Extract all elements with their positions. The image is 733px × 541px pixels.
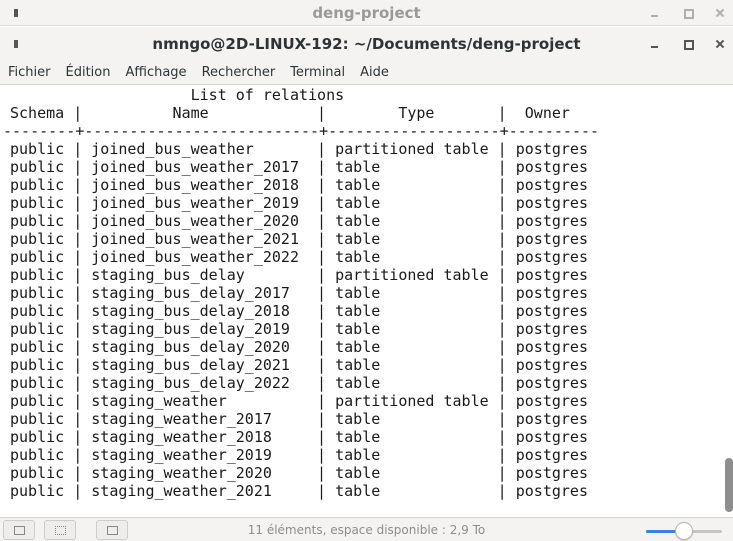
menu-rechercher[interactable]: Rechercher [202,65,276,80]
terminal-line: public | joined_bus_weather_2020 | table… [10,212,588,230]
terminal-line: Schema | Name | Type | Owner [10,104,570,122]
close-icon[interactable] [712,5,728,21]
minimize-icon[interactable] [647,36,663,52]
terminal-line: public | staging_bus_delay_2022 | table … [10,374,588,392]
terminal-output[interactable]: List of relations Schema | Name | Type |… [0,86,720,517]
menu-edition[interactable]: Édition [66,65,111,80]
terminal-line: public | staging_bus_delay_2018 | table … [10,302,588,320]
zoom-slider-knob[interactable] [675,522,693,540]
terminal-line: public | staging_bus_delay_2019 | table … [10,320,588,338]
terminal-line: public | joined_bus_weather_2021 | table… [10,230,588,248]
terminal-line: public | staging_bus_delay_2020 | table … [10,338,588,356]
terminal-line: public | joined_bus_weather_2019 | table… [10,194,588,212]
background-titlebar: deng-project [0,0,733,26]
terminal-line: public | joined_bus_weather_2018 | table… [10,176,588,194]
terminal-scrollbar[interactable] [720,86,733,517]
terminal-line: public | joined_bus_weather_2022 | table… [10,248,588,266]
terminal-line: public | staging_bus_delay_2021 | table … [10,356,588,374]
menu-terminal[interactable]: Terminal [290,65,345,80]
scrollbar-thumb[interactable] [725,458,733,512]
close-icon[interactable] [712,36,728,52]
terminal-line: public | staging_weather | partitioned t… [10,392,588,410]
status-text: 11 éléments, espace disponible : 2,9 To [247,523,486,537]
status-bar: 11 éléments, espace disponible : 2,9 To [0,517,733,541]
terminal-line: public | staging_bus_delay | partitioned… [10,266,588,284]
minimize-icon[interactable] [647,5,663,21]
menu-fichier[interactable]: Fichier [8,65,51,80]
menu-aide[interactable]: Aide [360,65,389,80]
menu-bar: Fichier Édition Affichage Rechercher Ter… [0,61,733,85]
terminal-titlebar: nmngo@2D-LINUX-192: ~/Documents/deng-pro… [0,27,733,61]
maximize-icon[interactable] [680,36,696,52]
menu-affichage[interactable]: Affichage [125,65,186,80]
terminal-window-title: nmngo@2D-LINUX-192: ~/Documents/deng-pro… [152,35,581,53]
terminal-line: --------+--------------------------+----… [3,122,600,140]
terminal-line: public | staging_weather_2017 | table | … [10,410,588,428]
terminal-line: public | staging_bus_delay_2017 | table … [10,284,588,302]
background-window-title: deng-project [312,4,421,22]
terminal-line: public | staging_weather_2018 | table | … [10,428,588,446]
terminal-line: public | staging_weather_2021 | table | … [10,482,588,500]
terminal-line: List of relations [10,86,345,104]
terminal-line: public | staging_weather_2020 | table | … [10,464,588,482]
maximize-icon[interactable] [680,5,696,21]
terminal-line: public | staging_weather_2019 | table | … [10,446,588,464]
terminal-line: public | joined_bus_weather_2017 | table… [10,158,588,176]
terminal-line: public | joined_bus_weather | partitione… [10,140,588,158]
